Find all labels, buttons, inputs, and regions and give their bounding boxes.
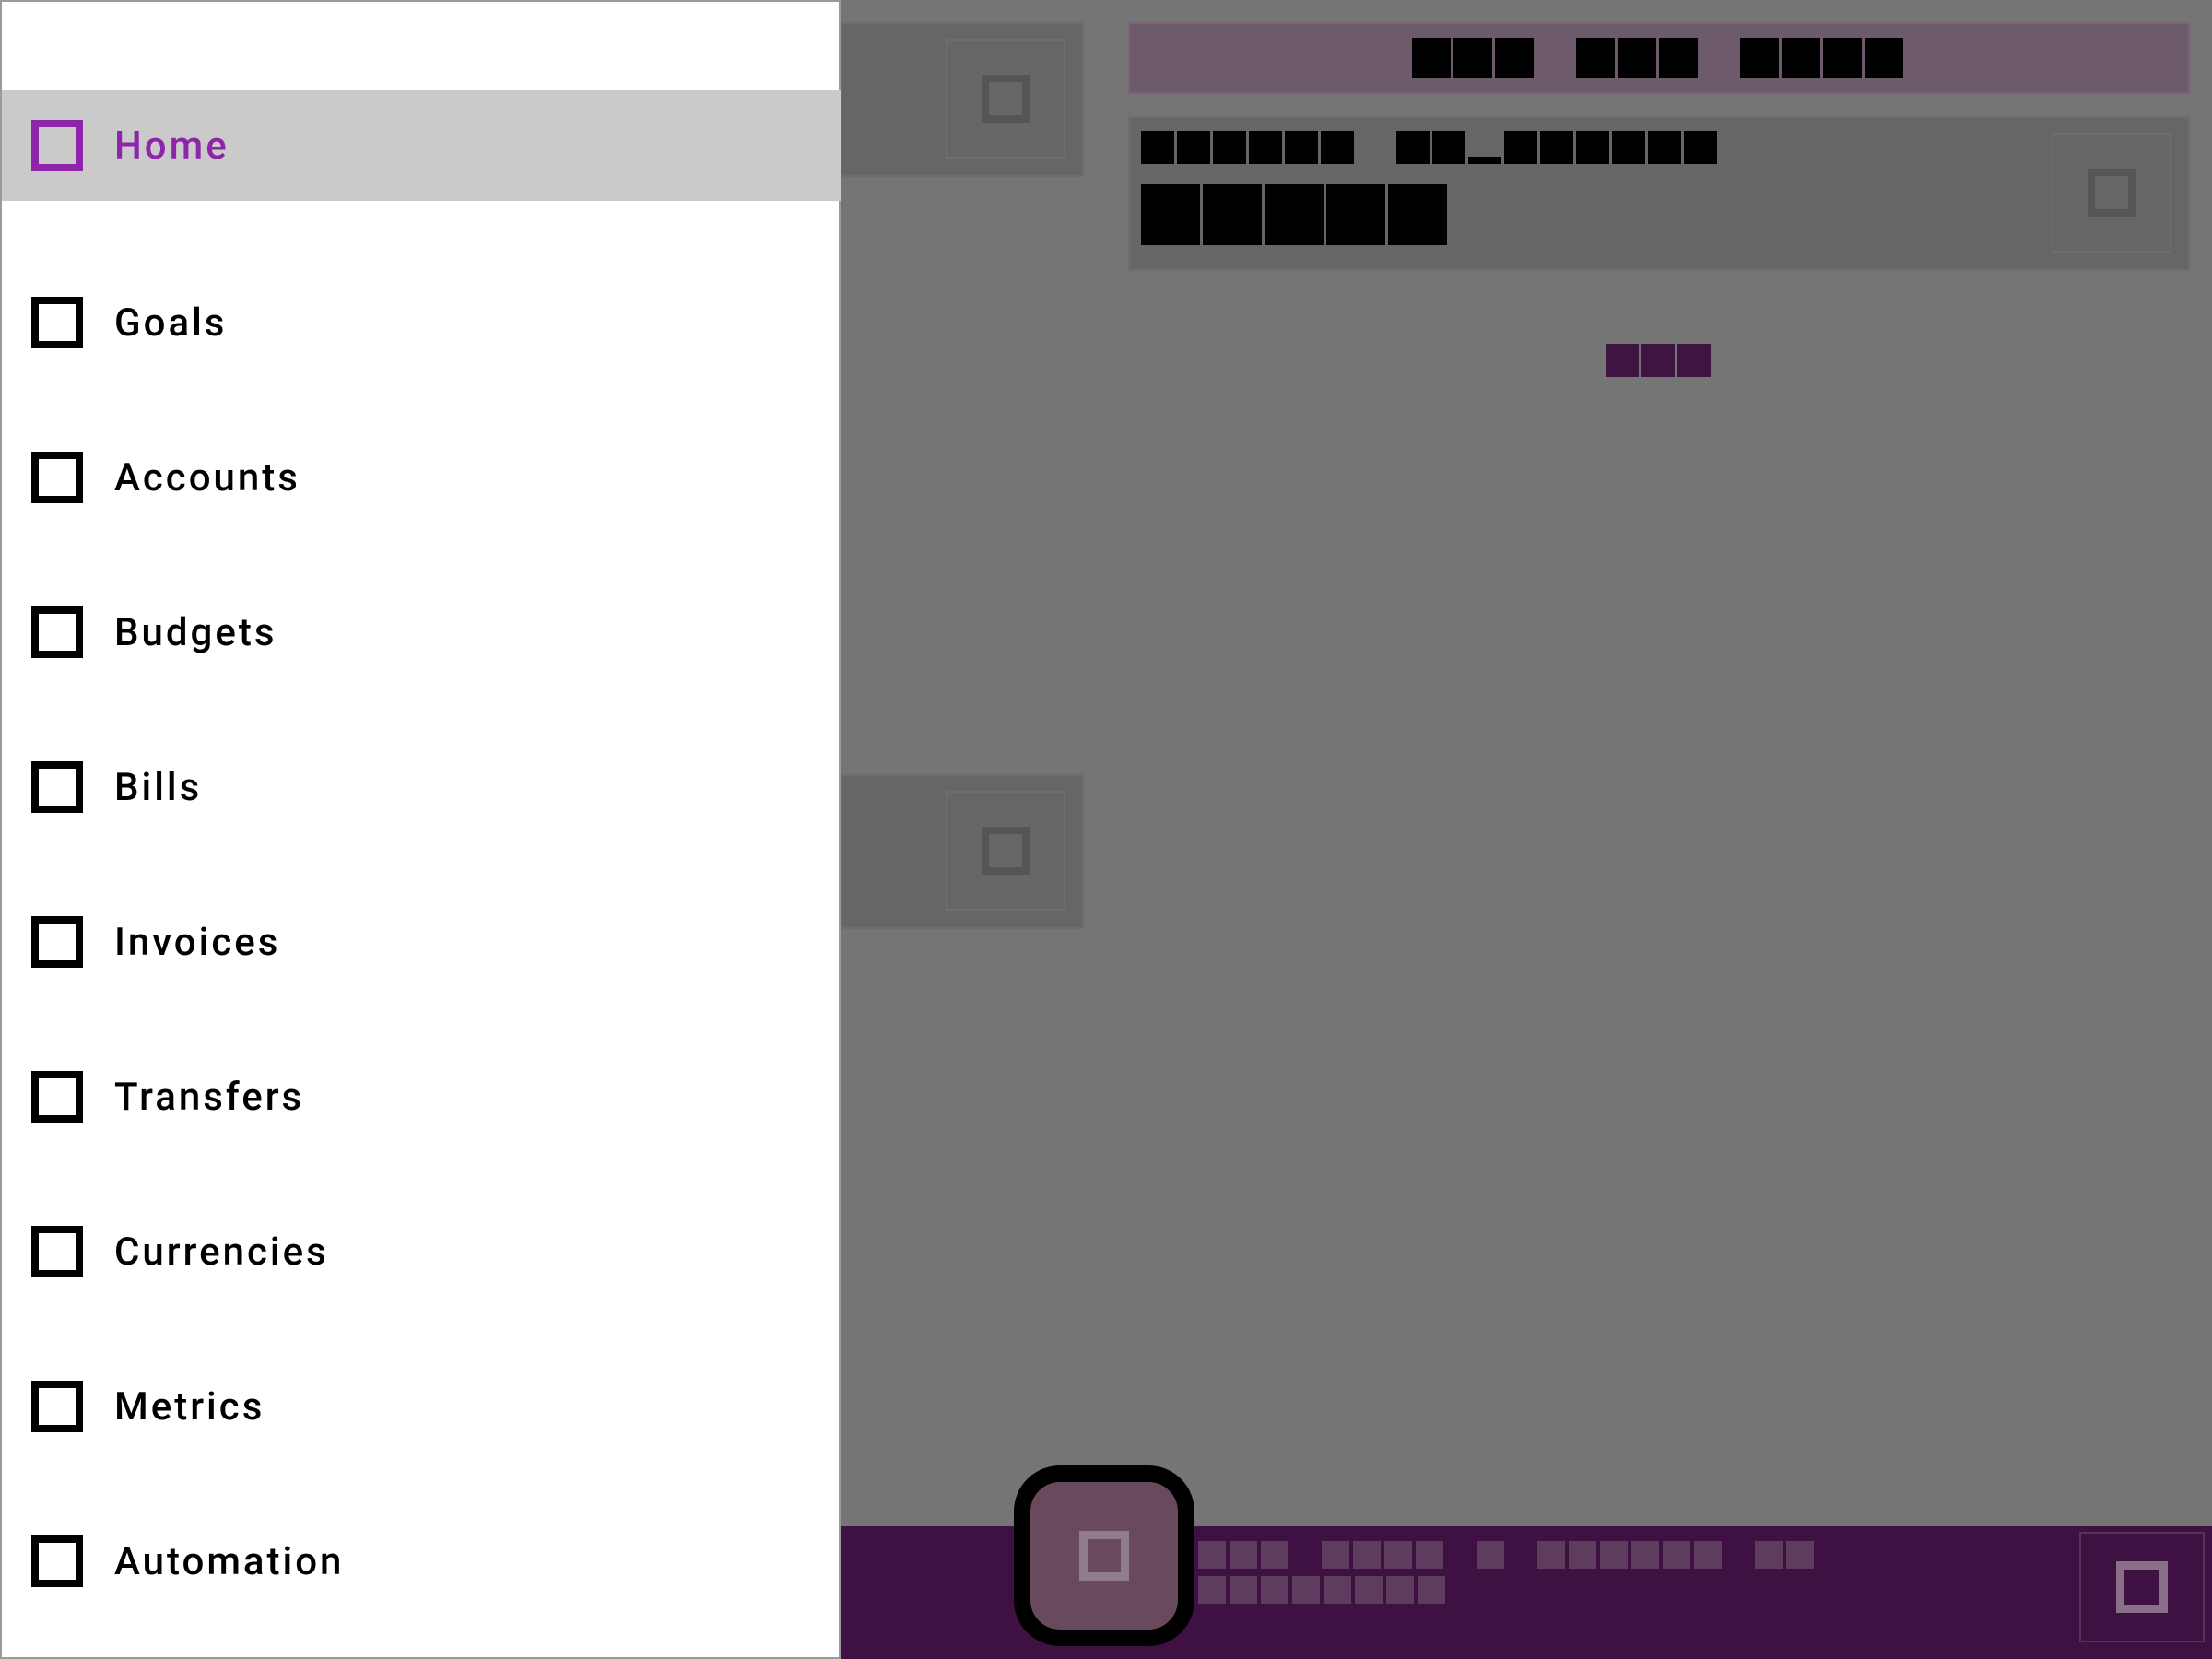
square-icon [31, 1071, 83, 1123]
navigation-drawer: Home Goals Accounts Budgets Bills Invoic… [0, 0, 841, 1659]
drawer-item-label: Budgets [114, 609, 277, 655]
drawer-item-invoices[interactable]: Invoices [2, 865, 841, 1019]
drawer-item-label: Transfers [114, 1074, 305, 1120]
square-icon [31, 1381, 83, 1432]
square-icon [31, 452, 83, 503]
left-card-bottom [841, 774, 1084, 929]
card-action-button[interactable] [946, 791, 1065, 911]
square-icon [31, 1226, 83, 1277]
square-icon [2116, 1561, 2168, 1613]
card-action-button[interactable] [2052, 133, 2171, 253]
fab-button[interactable] [1014, 1465, 1194, 1646]
drawer-item-budgets[interactable]: Budgets [2, 555, 841, 710]
square-icon [31, 606, 83, 658]
redacted-text [1141, 131, 1720, 164]
summary-card [1128, 116, 2190, 271]
drawer-item-label: Metrics [114, 1383, 265, 1430]
square-icon [31, 761, 83, 813]
drawer-menu: Home Goals Accounts Budgets Bills Invoic… [2, 90, 841, 1639]
redacted-link[interactable] [1606, 344, 1713, 381]
square-icon [982, 827, 1030, 875]
bottom-bar-action-button[interactable] [2079, 1532, 2205, 1642]
square-icon [31, 120, 83, 171]
drawer-item-automation[interactable]: Automation [2, 1484, 841, 1639]
drawer-item-label: Home [114, 123, 229, 169]
redacted-amount [1141, 184, 1450, 245]
add-icon [1079, 1531, 1129, 1581]
drawer-item-label: Goals [114, 300, 228, 346]
drawer-item-accounts[interactable]: Accounts [2, 400, 841, 555]
left-card-top [841, 22, 1084, 177]
square-icon [31, 1535, 83, 1587]
square-icon [2088, 169, 2136, 217]
drawer-item-label: Bills [114, 764, 203, 810]
square-icon [31, 916, 83, 968]
drawer-item-goals[interactable]: Goals [2, 245, 841, 400]
redacted-text [1198, 1576, 1449, 1604]
redacted-text [1198, 1541, 1818, 1569]
drawer-item-label: Currencies [114, 1229, 329, 1275]
drawer-item-label: Invoices [114, 919, 281, 965]
drawer-item-bills[interactable]: Bills [2, 710, 841, 865]
drawer-item-label: Automation [114, 1538, 345, 1584]
card-action-button[interactable] [946, 39, 1065, 159]
period-toggle[interactable] [1128, 22, 2190, 94]
drawer-item-metrics[interactable]: Metrics [2, 1329, 841, 1484]
drawer-item-currencies[interactable]: Currencies [2, 1174, 841, 1329]
square-icon [31, 297, 83, 348]
drawer-item-transfers[interactable]: Transfers [2, 1019, 841, 1174]
drawer-item-home[interactable]: Home [2, 90, 841, 201]
drawer-item-label: Accounts [114, 454, 300, 500]
square-icon [982, 75, 1030, 123]
redacted-text [1412, 38, 1906, 78]
